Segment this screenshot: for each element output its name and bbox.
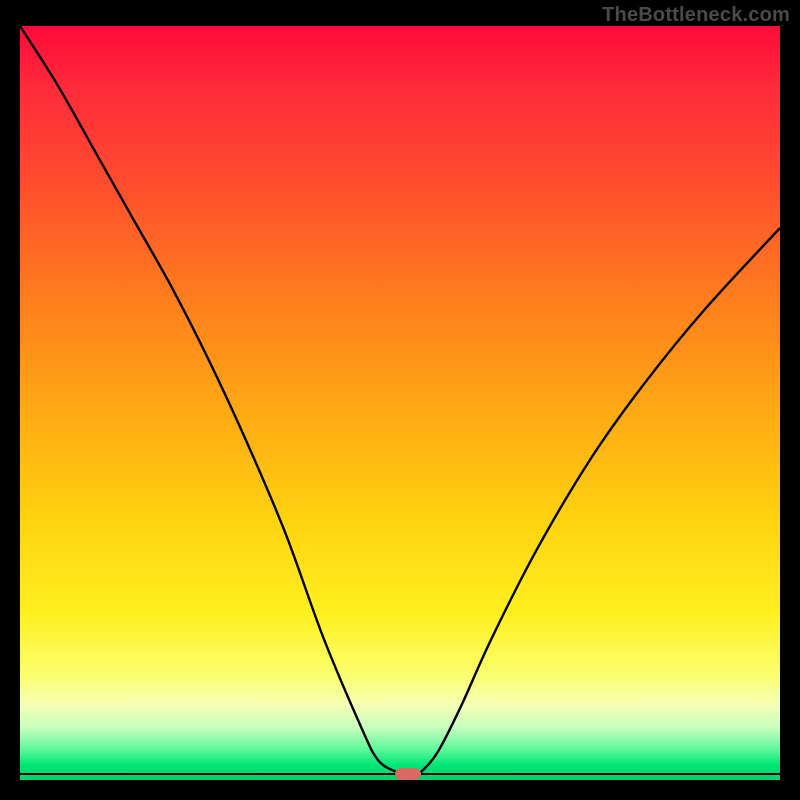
chart-frame: TheBottleneck.com [0, 0, 800, 800]
plot-area [20, 26, 780, 780]
watermark-text: TheBottleneck.com [602, 4, 790, 27]
bottleneck-curve [20, 26, 780, 774]
optimal-marker [395, 768, 421, 780]
curve-layer [20, 26, 780, 780]
